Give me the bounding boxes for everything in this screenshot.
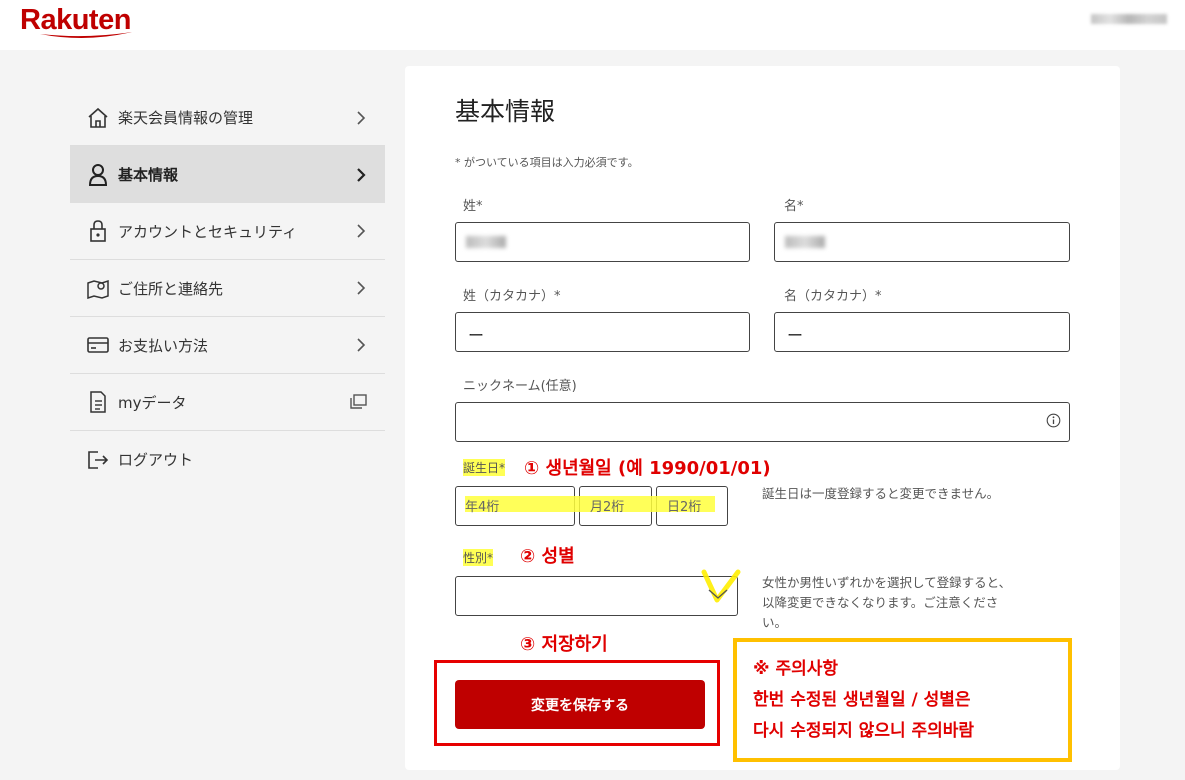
top-header: Rakuten [0,0,1185,50]
annotation-step2: ② 성별 [520,546,575,567]
chevron-right-icon [357,110,366,125]
last-name-kana-input[interactable]: ー [455,312,750,352]
notice-line: 다시 수정되지 않으니 주의바람 [753,721,975,741]
save-button[interactable]: 変更を保存する [455,680,705,729]
annotation-step3: ③ 저장하기 [520,634,608,655]
sidebar-item-basic-info[interactable]: 基本情報 [70,146,385,203]
input-value: ー [787,326,804,345]
home-icon [86,106,110,130]
user-name-blurred[interactable] [1091,14,1167,24]
external-window-icon [350,394,367,409]
gender-select[interactable] [455,576,738,616]
gender-label: 性別* [463,549,494,566]
input-value: ー [468,326,485,345]
nickname-input[interactable] [455,402,1070,442]
sidebar-nav: 楽天会員情報の管理 基本情報 アカウントとセキュリティ ご住所と連絡先 お支払い… [70,90,385,488]
info-icon[interactable] [1046,413,1061,428]
notice-line: 한번 수정된 생년월일 / 성별은 [753,690,971,710]
sidebar-item-address[interactable]: ご住所と連絡先 [70,260,385,317]
sidebar-item-payment[interactable]: お支払い方法 [70,317,385,374]
last-name-input[interactable] [455,222,750,262]
birthday-help: 誕生日は一度登録すると変更できません。 [762,486,1000,501]
gender-help-line: 以降変更できなくなります。ご注意くださ [762,595,999,610]
required-note: * がついている項目は入力必須です。 [455,156,639,169]
required-mark: * [499,461,506,475]
sidebar-item-label: ご住所と連絡先 [118,279,224,298]
first-name-kana-label: 名（カタカナ）* [784,289,882,304]
sidebar-item-label: ログアウト [118,451,194,469]
first-name-kana-input[interactable]: ー [774,312,1070,352]
notice-box: ※ 주의사항 한번 수정된 생년월일 / 성별은 다시 수정되지 않으니 주의바… [733,638,1072,762]
chevron-right-icon [357,224,366,238]
gender-help-line: 女性か男性いずれかを選択して登録すると、 [762,575,1012,590]
month-placeholder: 月2桁 [590,500,625,515]
birthday-label: 誕生日* [463,459,506,476]
gender-label-text: 性別 [463,551,488,565]
sidebar-item-mydata[interactable]: myデータ [70,374,385,431]
sidebar-item-label: myデータ [118,393,187,412]
chevron-right-icon [357,338,366,352]
nickname-label: ニックネーム(任意) [463,379,577,394]
sidebar-item-label: 基本情報 [118,166,179,184]
blurred-value [466,236,506,248]
last-name-kana-label: 姓（カタカナ）* [463,289,561,304]
sidebar-item-label: お支払い方法 [118,336,209,355]
chevron-right-icon [357,167,366,182]
sidebar-item-logout[interactable]: ログアウト [70,431,385,488]
sidebar-item-label: 楽天会員情報の管理 [118,109,254,127]
sidebar-item-label: アカウントとセキュリティ [118,222,298,241]
logo-swoosh-icon [40,32,132,39]
first-name-input[interactable] [774,222,1070,262]
year-placeholder: 年4桁 [465,500,500,515]
map-pin-icon [86,276,110,300]
chevron-right-icon [357,281,366,295]
required-mark: * [487,551,494,565]
lock-icon [86,219,110,243]
logout-icon [86,448,110,472]
sidebar-item-member-info[interactable]: 楽天会員情報の管理 [70,90,385,146]
blurred-value [785,236,825,248]
check-icon [701,569,741,603]
credit-card-icon [86,333,110,357]
sidebar-item-security[interactable]: アカウントとセキュリティ [70,203,385,260]
day-placeholder: 日2桁 [667,500,702,515]
birthday-label-text: 誕生日 [463,461,500,475]
notice-line: ※ 주의사항 [753,659,839,679]
gender-help: 女性か男性いずれかを選択して登録すると、 以降変更できなくなります。ご注意くださ… [762,573,1011,633]
last-name-label: 姓* [463,199,483,214]
document-icon [86,390,110,414]
first-name-label: 名* [784,199,804,214]
gender-help-line: い。 [762,615,788,630]
annotation-step1: ① 생년월일 (예 1990/01/01) [524,458,771,479]
person-icon [86,163,110,187]
page-title: 基本情報 [455,97,556,126]
